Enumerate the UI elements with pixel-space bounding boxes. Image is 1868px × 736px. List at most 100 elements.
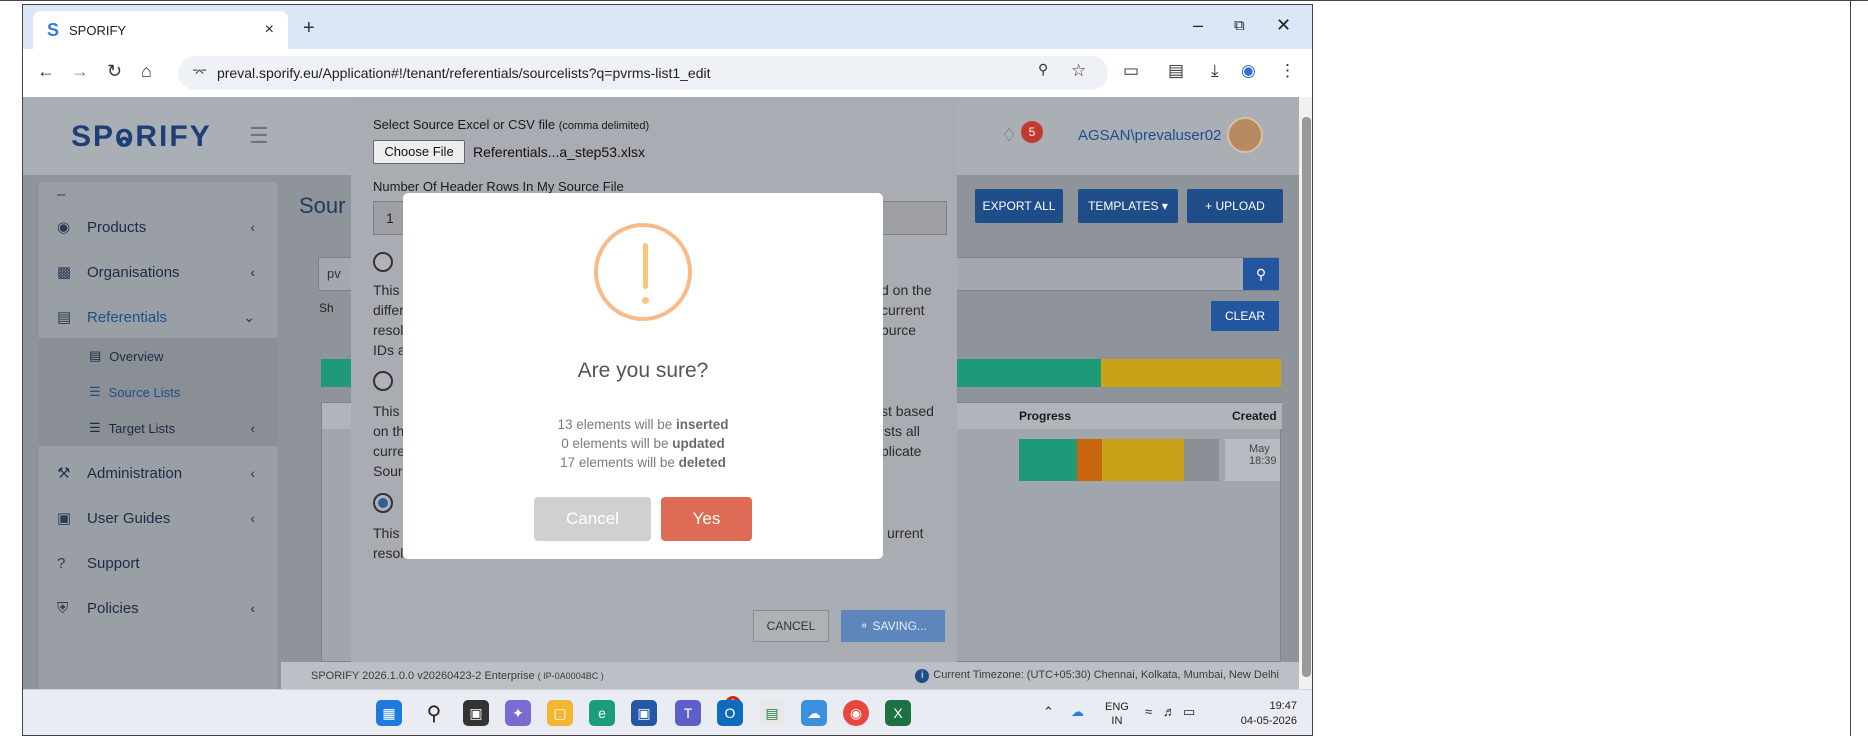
confirm-cancel-button[interactable]: Cancel [534,497,651,541]
build-id: ( IP-0A0004BC ) [537,670,604,681]
url-host: preval.sporify.eu [216,65,319,81]
sidebar-sub-label: Overview [109,348,164,364]
mode-radio-1[interactable] [373,252,393,272]
bookmark-star-icon[interactable]: ☆ [1071,61,1086,81]
scroll-thumb[interactable] [1302,117,1311,677]
chevron-left-icon: ‹ [250,219,255,235]
upload-cancel-button[interactable]: CANCEL [753,610,829,642]
created-column-header[interactable]: Created [1232,409,1277,423]
new-tab-button[interactable]: + [303,17,315,40]
wifi-icon[interactable]: ≈ [1145,704,1152,719]
created-cell: May 18:39 [1225,439,1280,481]
close-tab-icon[interactable]: × [265,21,274,39]
warning-icon [594,223,692,321]
avatar[interactable] [1227,117,1263,153]
reload-icon[interactable]: ↻ [107,61,122,82]
app-icon[interactable]: ▤ [759,700,785,726]
profile-icon[interactable]: ◉ [1241,61,1256,81]
bell-icon[interactable]: ♢ [1001,125,1017,146]
sporify-logo[interactable]: SPⱺRIFY [71,119,212,154]
sidebar-item-policies[interactable]: ⛨ Policies ‹ [39,587,277,629]
chevron-left-icon: ‹ [250,420,255,436]
system-clock[interactable]: 19:47 04-05-2026 [1233,699,1297,729]
minimize-icon[interactable]: – [1193,15,1203,36]
chevron-left-icon: ‹ [250,600,255,616]
sidebar-item-collapsed[interactable]: – [39,182,277,206]
confirm-yes-button[interactable]: Yes [661,497,752,541]
notification-badge[interactable]: 5 [1021,121,1043,143]
products-icon: ◉ [57,219,71,236]
sidebar-item-organisations[interactable]: ▩ Organisations ‹ [39,251,277,293]
show-filters-toggle[interactable]: Sh [319,301,334,315]
reading-list-icon[interactable]: ▤ [1168,61,1184,81]
language-indicator[interactable]: ENG IN [1105,700,1129,728]
outlook-icon[interactable]: O [717,700,743,726]
progress-segment-yellow [1101,359,1281,387]
browser-window: S SPORIFY × + – ⧉ ✕ ← → ↻ ⌂ ⌤ preval.spo… [22,4,1313,736]
sidebar-sub-label: Target Lists [108,420,176,436]
file-select-label: Select Source Excel or CSV file (comma d… [373,117,650,132]
teams-icon[interactable]: T [675,700,701,726]
row-progress-bar [1019,439,1219,481]
edge-icon[interactable]: e [589,700,615,726]
progress-column-header[interactable]: Progress [1019,409,1071,423]
wrench-icon: ⚒ [57,465,71,482]
excel-icon[interactable]: X [885,700,911,726]
home-icon[interactable]: ⌂ [141,61,152,82]
start-icon[interactable]: ▦ [376,700,402,726]
browser-tab[interactable]: S SPORIFY × [33,11,288,49]
upload-button[interactable]: + UPLOAD [1187,189,1283,223]
window-close-icon[interactable]: ✕ [1276,15,1291,36]
timezone-info: i Current Timezone: (UTC+05:30) Chennai, … [915,669,1279,683]
sidebar-item-user-guides[interactable]: ▣ User Guides ‹ [39,497,277,539]
export-all-button[interactable]: EXPORT ALL [975,189,1063,223]
selected-file-name: Referentials...a_step53.xlsx [473,144,645,160]
download-icon[interactable]: ⤓ [1211,61,1219,81]
templates-button[interactable]: TEMPLATES ▾ [1078,189,1178,223]
url-field[interactable]: ⌤ preval.sporify.eu/Application#!/tenant… [178,56,1108,90]
menu-kebab-icon[interactable]: ⋮ [1279,61,1296,81]
search-icon[interactable]: ⚲ [421,700,447,726]
mode-radio-2[interactable] [373,371,393,391]
confirm-title: Are you sure? [577,359,709,382]
clear-button[interactable]: CLEAR [1211,301,1279,331]
sidebar-item-products[interactable]: ◉ Products ‹ [39,206,277,248]
forward-icon[interactable]: → [71,61,89,82]
sidebar-item-overview[interactable]: ▤ Overview [39,338,277,374]
tray-overflow-icon[interactable]: ⌃ [1043,704,1054,720]
hamburger-menu-icon[interactable]: ☰ [249,123,269,149]
file-explorer-icon[interactable]: ▢ [547,700,573,726]
sidebar-item-referentials[interactable]: ▤ Referentials ⌄ [39,296,277,338]
back-icon[interactable]: ← [37,61,55,82]
sidebar-item-target-lists[interactable]: ☰ Target Lists ‹ [39,410,277,446]
sidebar-item-label: Organisations [87,263,180,281]
page-scrollbar[interactable] [1299,97,1312,689]
onedrive-icon[interactable]: ☁ [1071,704,1084,720]
username[interactable]: AGSAN\prevaluser02 [1078,127,1221,144]
sidebar-item-source-lists[interactable]: ☰ Source Lists [39,374,277,410]
windows-taskbar: ▦ ⚲ ▣ ✦ ▢ e ▣ T 1 O ▤ ☁ ◉ X ⌃ ☁ ENGIN ≈ … [23,689,1312,735]
shield-icon: ⛨ [57,599,69,617]
copilot-icon[interactable]: ✦ [505,700,531,726]
sidebar-item-support[interactable]: ? Support [39,542,277,584]
table-icon: ▤ [57,309,72,326]
onedrive-app-icon[interactable]: ☁ [801,700,827,726]
app-footer: SPORIFY 2026.1.0.0 v20260423-2 Enterpris… [281,662,1299,689]
store-icon[interactable]: ▣ [631,700,657,726]
task-view-icon[interactable]: ▣ [463,700,489,726]
chevron-left-icon: ‹ [250,264,255,280]
chrome-icon[interactable]: ◉ [843,700,869,726]
extensions-icon[interactable]: ▭ [1123,61,1139,81]
search-button[interactable]: ⚲ [1243,258,1279,290]
choose-file-button[interactable]: Choose File [373,140,465,164]
site-info-icon[interactable]: ⌤ [192,65,207,81]
sidebar-item-administration[interactable]: ⚒ Administration ‹ [39,452,277,494]
battery-icon[interactable]: ▭ [1183,704,1195,720]
restore-icon[interactable]: ⧉ [1234,17,1245,34]
chart-icon: ▤ [89,348,102,363]
password-key-icon[interactable]: ⚲ [1038,61,1048,78]
delete-summary: 17 elements will be deleted [560,455,726,470]
volume-icon[interactable]: ♬ [1163,704,1176,719]
url-path: /Application#!/tenant/referentials/sourc… [318,65,711,81]
mode-radio-3[interactable] [373,493,393,513]
